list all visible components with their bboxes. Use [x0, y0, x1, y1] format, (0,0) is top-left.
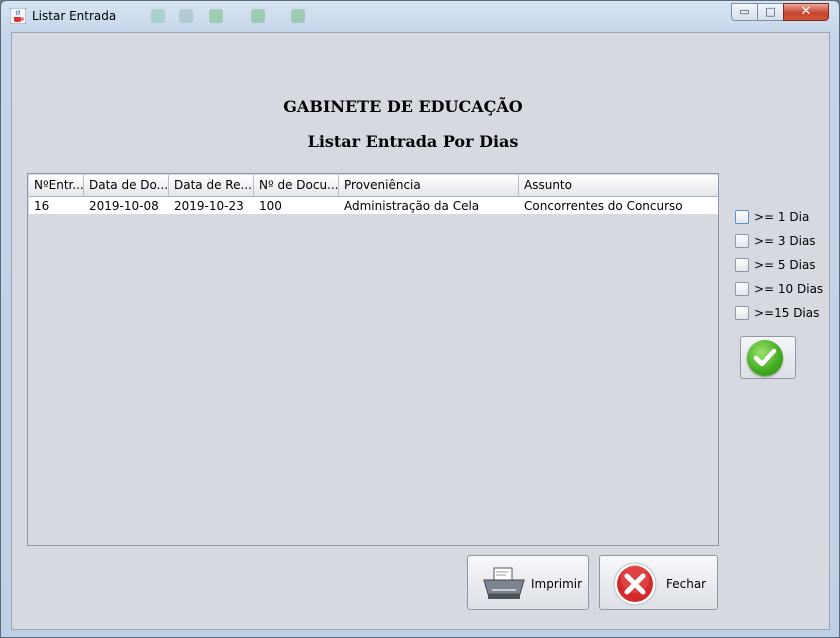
green-check-icon	[747, 340, 783, 376]
cell-data-recepcao: 2019-10-23	[174, 199, 244, 213]
entries-table[interactable]: NºEntr... Data de Do... Data de Re... Nº…	[27, 173, 719, 546]
column-header-data-recepcao[interactable]: Data de Re...	[169, 175, 254, 196]
checkbox-box[interactable]	[735, 234, 749, 248]
cell-numero-entrada: 16	[34, 199, 50, 213]
checkbox-box[interactable]	[735, 258, 749, 272]
cell-data-documento: 2019-10-08	[89, 199, 159, 213]
print-button-label: Imprimir	[531, 577, 583, 591]
checkbox-box[interactable]	[735, 282, 749, 296]
printer-icon	[483, 567, 525, 599]
checkbox-label: >= 1 Dia	[754, 210, 810, 224]
column-header-proveniencia[interactable]: Proveniência	[339, 175, 519, 196]
close-button-label: Fechar	[666, 577, 707, 591]
window-title: Listar Entrada	[32, 9, 117, 23]
checkbox-label: >=15 Dias	[754, 306, 820, 320]
column-header-numero-documento[interactable]: Nº de Docu...	[254, 175, 339, 196]
title-bar: Listar Entrada ▭ □ ✕	[1, 1, 839, 31]
close-button[interactable]: Fechar	[599, 555, 718, 610]
content-panel: GABINETE DE EDUCAÇÃO Listar Entrada Por …	[11, 32, 830, 630]
confirm-filter-button[interactable]	[740, 336, 796, 379]
listar-entrada-window: Listar Entrada ▭ □ ✕ GABINETE DE EDUCAÇÃ…	[0, 0, 840, 638]
window-close-button[interactable]: ✕	[783, 3, 829, 21]
table-row[interactable]: 16 2019-10-08 2019-10-23 100 Administraç…	[29, 197, 718, 214]
cell-proveniencia: Administração da Cela	[344, 199, 480, 213]
checkbox-box[interactable]	[735, 210, 749, 224]
column-header-assunto[interactable]: Assunto	[519, 175, 718, 196]
cell-assunto: Concorrentes do Concurso	[524, 199, 683, 213]
checkbox-label: >= 5 Dias	[754, 258, 816, 272]
print-button[interactable]: Imprimir	[467, 555, 589, 610]
minimize-button[interactable]: ▭	[731, 3, 758, 21]
checkbox-label: >= 3 Dias	[754, 234, 816, 248]
page-title: GABINETE DE EDUCAÇÃO	[283, 97, 523, 116]
red-x-icon	[613, 562, 657, 606]
checkbox-label: >= 10 Dias	[754, 282, 824, 296]
checkbox-box[interactable]	[735, 306, 749, 320]
maximize-button[interactable]: □	[757, 3, 784, 21]
column-header-numero-entrada[interactable]: NºEntr...	[29, 175, 84, 196]
java-cup-icon	[10, 8, 26, 24]
column-header-data-documento[interactable]: Data de Do...	[84, 175, 169, 196]
cell-numero-documento: 100	[259, 199, 282, 213]
page-subtitle: Listar Entrada Por Dias	[307, 132, 519, 151]
table-header: NºEntr... Data de Do... Data de Re... Nº…	[29, 175, 718, 197]
